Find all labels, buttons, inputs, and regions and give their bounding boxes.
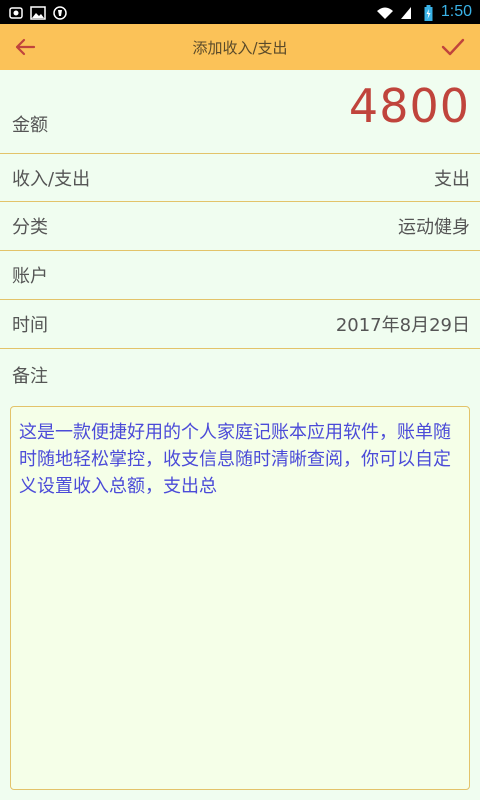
status-time: 1:50 xyxy=(440,3,472,20)
account-label: 账户 xyxy=(12,266,48,287)
confirm-button[interactable] xyxy=(436,30,470,64)
app-bar: 添加收入/支出 xyxy=(0,24,480,70)
account-row[interactable]: 账户 xyxy=(0,251,480,300)
back-button[interactable] xyxy=(8,30,42,64)
note-textarea[interactable]: 这是一款便捷好用的个人家庭记账本应用软件，账单随时随地轻松掌控，收支信息随时清晰… xyxy=(10,406,470,790)
battery-icon xyxy=(424,5,433,21)
time-label: 时间 xyxy=(12,315,48,336)
category-value[interactable]: 运动健身 xyxy=(398,213,470,239)
category-label: 分类 xyxy=(12,217,48,238)
wifi-icon xyxy=(376,5,393,19)
note-row: 备注 xyxy=(0,349,480,401)
type-value[interactable]: 支出 xyxy=(434,165,470,191)
amount-row[interactable]: 金额 4800 xyxy=(0,70,480,154)
android-icon xyxy=(8,5,24,19)
note-label: 备注 xyxy=(12,366,48,387)
type-row[interactable]: 收入/支出 支出 xyxy=(0,154,480,202)
status-bar-left xyxy=(8,5,68,20)
signal-icon xyxy=(400,5,416,19)
check-icon xyxy=(441,38,465,56)
shield-icon xyxy=(52,5,68,20)
page-title: 添加收入/支出 xyxy=(192,38,288,57)
status-bar: 1:50 xyxy=(0,0,480,24)
image-icon xyxy=(30,5,46,20)
category-row[interactable]: 分类 运动健身 xyxy=(0,202,480,251)
time-value[interactable]: 2017年8月29日 xyxy=(336,311,470,337)
status-bar-right: 1:50 xyxy=(376,3,472,21)
time-row[interactable]: 时间 2017年8月29日 xyxy=(0,300,480,349)
amount-value[interactable]: 4800 xyxy=(349,79,470,133)
type-label: 收入/支出 xyxy=(12,168,91,190)
amount-label: 金额 xyxy=(12,115,48,136)
arrow-left-icon xyxy=(15,38,36,56)
